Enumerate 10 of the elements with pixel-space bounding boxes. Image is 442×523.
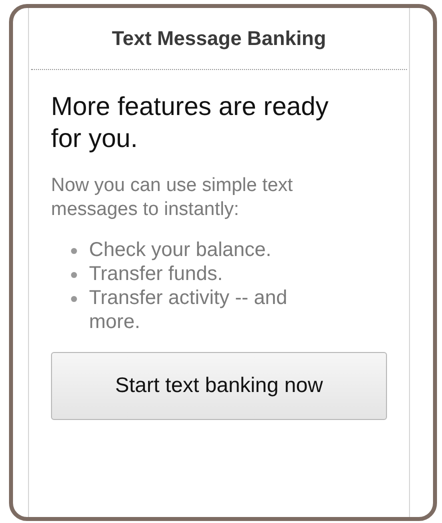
bullet-icon	[71, 272, 77, 278]
bullet-icon	[71, 296, 77, 302]
promo-intro: Now you can use simple text messages to instantly:	[51, 174, 294, 222]
bullet-icon	[71, 248, 77, 254]
panel-title: Text Message Banking	[112, 28, 326, 51]
start-banking-button[interactable]: Start text banking now	[51, 352, 387, 420]
feature-text: Check your balance.	[89, 238, 272, 262]
feature-text: Transfer activity -- and more.	[89, 286, 288, 334]
feature-text: Transfer funds.	[89, 262, 223, 286]
promo-heading: More features are ready for you.	[51, 90, 330, 154]
